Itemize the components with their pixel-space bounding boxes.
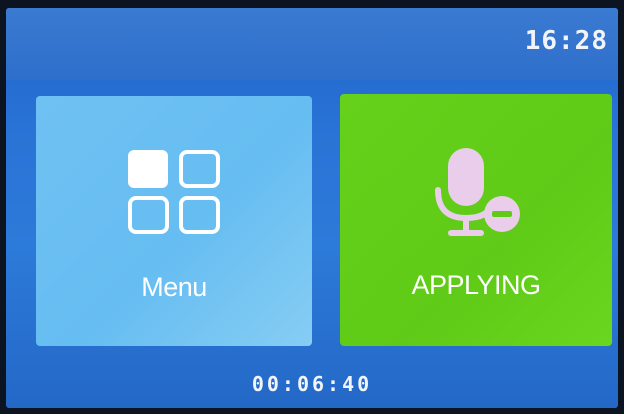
menu-label: Menu (141, 272, 207, 302)
applying-tile[interactable]: APPLYING (340, 94, 612, 346)
device-screen: 16:28 Menu APPLYING 00:06:40 (6, 8, 618, 408)
clock: 16:28 (524, 26, 608, 56)
applying-label: APPLYING (411, 270, 541, 300)
elapsed-timer: 00:06:40 (251, 372, 373, 396)
menu-tile[interactable]: Menu (36, 96, 312, 346)
status-bar: 16:28 (6, 8, 618, 80)
grid-icon (126, 148, 222, 243)
microphone-minus-icon (426, 146, 526, 247)
